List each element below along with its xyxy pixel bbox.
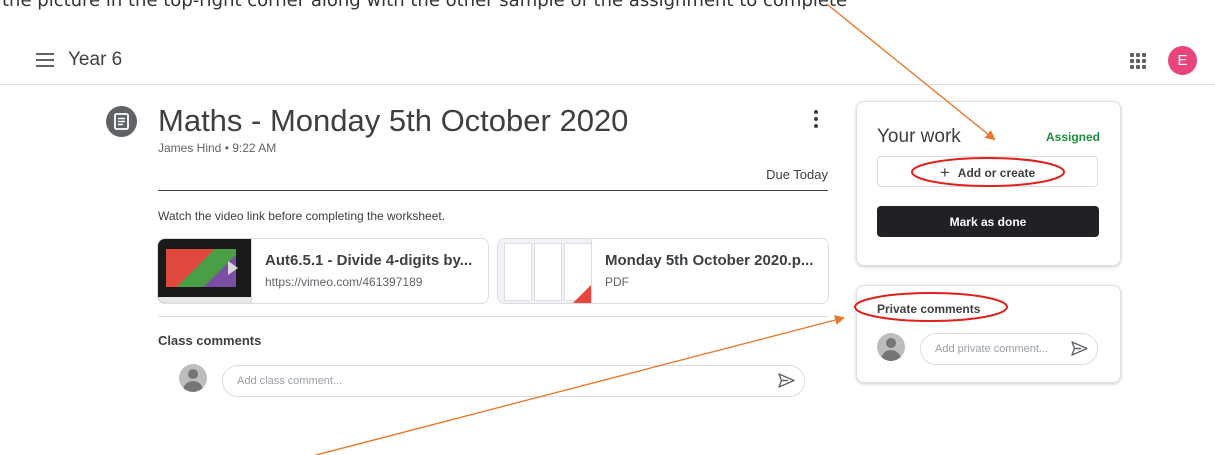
your-work-card: Your work Assigned + Add or create Mark a…	[856, 101, 1121, 266]
caption-text: the picture in the top-right corner alon…	[2, 0, 848, 11]
attachment-title: Aut6.5.1 - Divide 4-digits by...	[265, 252, 473, 269]
post-time: 9:22 AM	[232, 141, 277, 155]
class-comment-input[interactable]	[222, 365, 805, 397]
top-app-bar: Year 6 E	[0, 40, 1215, 85]
google-apps-icon[interactable]	[1130, 53, 1146, 69]
header-divider	[158, 190, 828, 191]
private-comments-heading: Private comments	[877, 302, 981, 316]
author-separator: •	[224, 141, 229, 155]
mark-as-done-button[interactable]: Mark as done	[877, 206, 1099, 237]
status-badge: Assigned	[1045, 130, 1100, 144]
user-avatar-icon	[179, 364, 207, 392]
attachment-pdf[interactable]: Monday 5th October 2020.p... PDF	[497, 238, 829, 304]
assignment-icon	[106, 106, 137, 137]
your-work-heading: Your work	[877, 126, 961, 147]
class-name[interactable]: Year 6	[68, 49, 122, 71]
assignment-title: Maths - Monday 5th October 2020	[158, 103, 629, 138]
user-avatar-icon	[877, 333, 905, 361]
assignment-instructions: Watch the video link before completing t…	[158, 209, 446, 223]
attachment-video[interactable]: Aut6.5.1 - Divide 4-digits by... https:/…	[157, 238, 489, 304]
hamburger-menu-icon[interactable]	[36, 53, 54, 67]
video-thumbnail-icon	[158, 239, 252, 303]
send-icon[interactable]	[778, 373, 795, 388]
author-line: James Hind • 9:22 AM	[158, 141, 276, 155]
attachment-url: https://vimeo.com/461397189	[265, 275, 423, 289]
more-options-icon[interactable]	[812, 110, 820, 130]
send-icon[interactable]	[1071, 341, 1088, 356]
due-date: Due Today	[766, 167, 828, 182]
plus-icon: +	[939, 162, 950, 182]
add-or-create-button[interactable]: + Add or create	[877, 156, 1098, 187]
private-comments-card: Private comments	[856, 285, 1121, 383]
author-name: James Hind	[158, 141, 222, 155]
add-or-create-label: Add or create	[957, 165, 1036, 180]
attachment-title: Monday 5th October 2020.p...	[605, 252, 814, 269]
annotation-caption: the picture in the top-right corner alon…	[0, 0, 1215, 30]
pdf-thumbnail-icon	[498, 239, 592, 303]
account-avatar[interactable]: E	[1168, 46, 1197, 75]
comments-divider	[158, 316, 828, 317]
class-comments-heading: Class comments	[158, 333, 262, 348]
attachment-type: PDF	[605, 275, 629, 289]
